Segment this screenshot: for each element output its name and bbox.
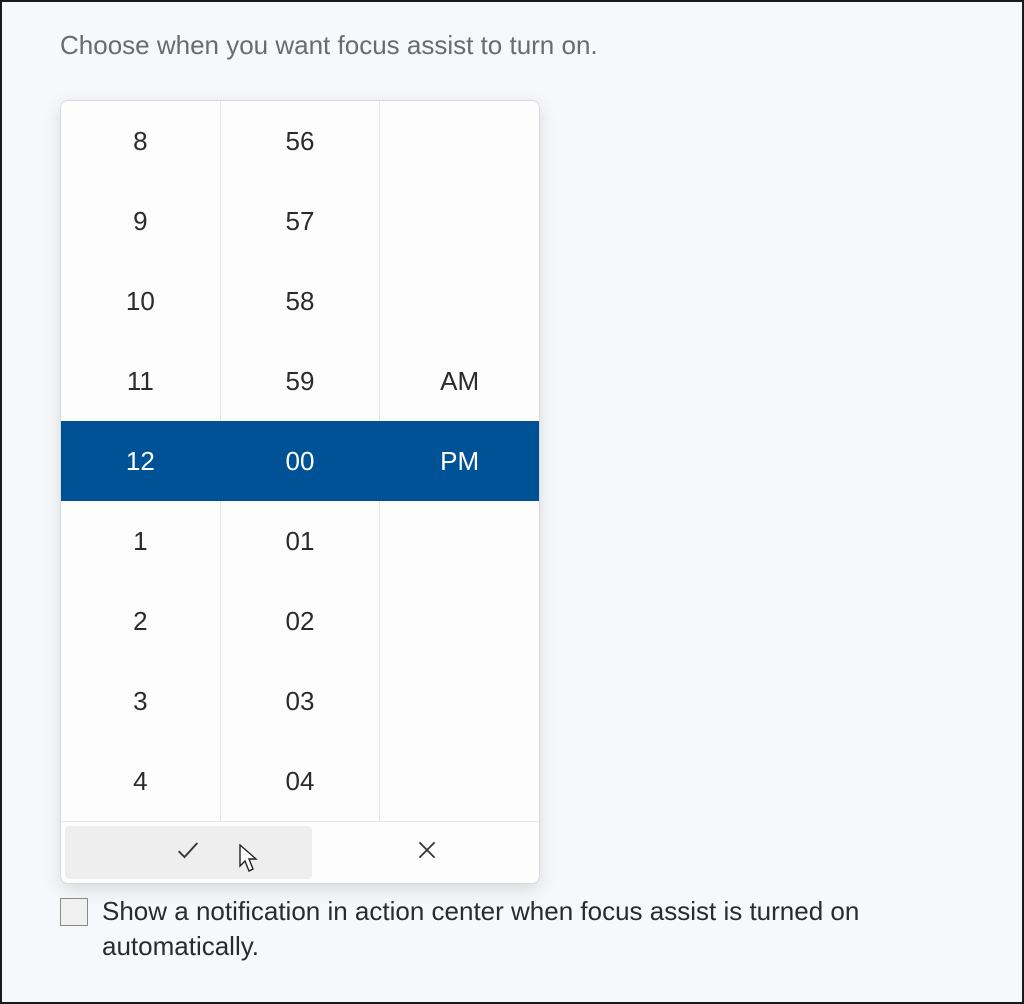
page-heading: Choose when you want focus assist to tur… bbox=[60, 30, 598, 61]
minute-option[interactable]: 59 bbox=[221, 341, 380, 421]
hour-option[interactable]: 2 bbox=[61, 581, 220, 661]
hour-option[interactable]: 4 bbox=[61, 741, 220, 821]
ampm-option[interactable] bbox=[380, 261, 539, 341]
confirm-button[interactable] bbox=[65, 826, 312, 879]
hour-option[interactable]: 12 bbox=[61, 421, 220, 501]
minute-option[interactable]: 01 bbox=[221, 501, 380, 581]
notification-checkbox[interactable] bbox=[60, 898, 88, 926]
ampm-column[interactable]: AMPM bbox=[379, 101, 539, 821]
minute-option[interactable]: 03 bbox=[221, 661, 380, 741]
minute-option[interactable]: 57 bbox=[221, 181, 380, 261]
minute-option[interactable]: 00 bbox=[221, 421, 380, 501]
time-picker: 891011121234 565758590001020304 AMPM bbox=[60, 100, 540, 884]
check-icon bbox=[174, 836, 202, 870]
minute-column[interactable]: 565758590001020304 bbox=[220, 101, 380, 821]
ampm-option[interactable] bbox=[380, 501, 539, 581]
hour-option[interactable]: 11 bbox=[61, 341, 220, 421]
ampm-option[interactable]: PM bbox=[380, 421, 539, 501]
ampm-option[interactable] bbox=[380, 181, 539, 261]
ampm-option[interactable] bbox=[380, 101, 539, 181]
hour-option[interactable]: 10 bbox=[61, 261, 220, 341]
ampm-option[interactable] bbox=[380, 661, 539, 741]
hour-option[interactable]: 8 bbox=[61, 101, 220, 181]
hour-option[interactable]: 1 bbox=[61, 501, 220, 581]
minute-option[interactable]: 58 bbox=[221, 261, 380, 341]
notification-checkbox-label: Show a notification in action center whe… bbox=[102, 894, 982, 964]
minute-option[interactable]: 04 bbox=[221, 741, 380, 821]
ampm-option[interactable] bbox=[380, 741, 539, 821]
minute-option[interactable]: 02 bbox=[221, 581, 380, 661]
hour-option[interactable]: 3 bbox=[61, 661, 220, 741]
hour-option[interactable]: 9 bbox=[61, 181, 220, 261]
ampm-option[interactable]: AM bbox=[380, 341, 539, 421]
ampm-option[interactable] bbox=[380, 581, 539, 661]
cancel-button[interactable] bbox=[316, 822, 539, 883]
hour-column[interactable]: 891011121234 bbox=[61, 101, 220, 821]
minute-option[interactable]: 56 bbox=[221, 101, 380, 181]
close-icon bbox=[414, 837, 440, 869]
